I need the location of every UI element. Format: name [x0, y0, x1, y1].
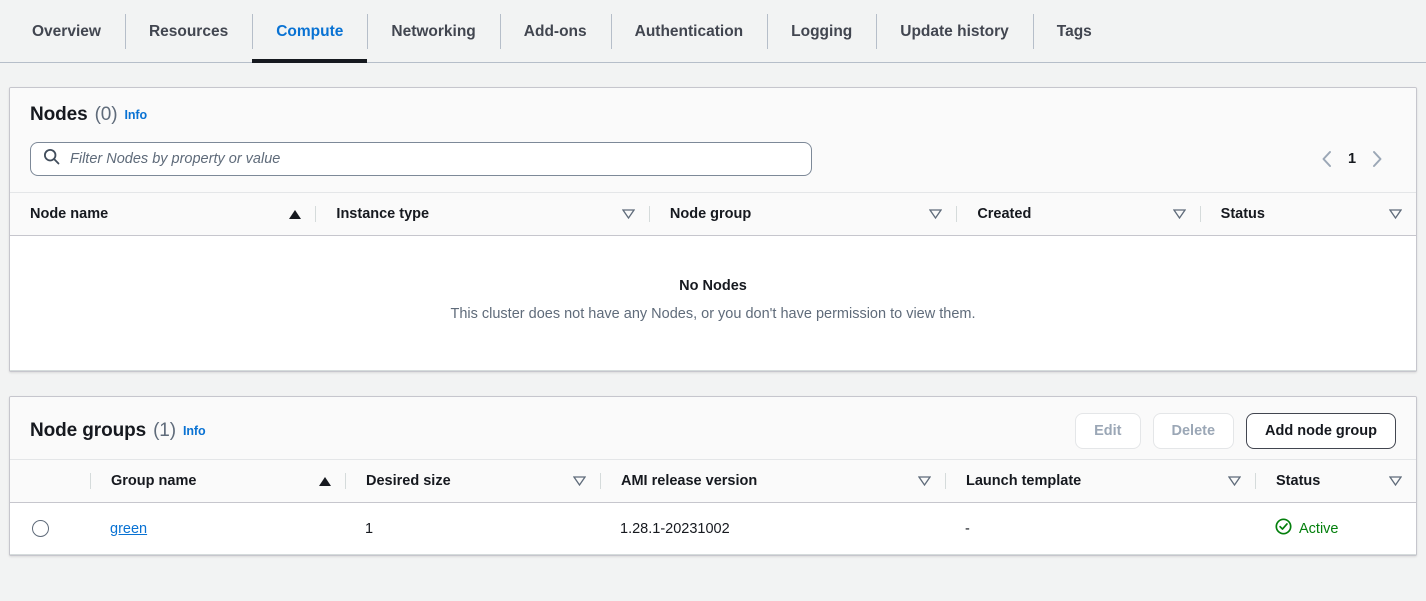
- cell-ami-release-version: 1.28.1-20231002: [600, 502, 945, 555]
- nodes-table-header-row: Node name Instance type Node group Creat…: [10, 192, 1416, 236]
- search-icon: [43, 148, 60, 170]
- column-header-status[interactable]: Status: [1199, 192, 1416, 236]
- cell-group-name: green: [90, 502, 345, 555]
- column-header-instance-type[interactable]: Instance type: [315, 192, 649, 236]
- sort-icon: [1228, 476, 1241, 486]
- node-groups-count: (1): [153, 420, 176, 441]
- tab-logging[interactable]: Logging: [767, 0, 876, 63]
- sort-icon: [621, 209, 635, 219]
- panel-spacer: [0, 372, 1426, 396]
- column-label: Launch template: [966, 473, 1082, 489]
- node-groups-panel-header: Node groups (1) Info Edit Delete Add nod…: [10, 397, 1416, 459]
- edit-button[interactable]: Edit: [1075, 413, 1141, 449]
- column-header-node-name[interactable]: Node name: [10, 192, 316, 236]
- nodes-info-link[interactable]: Info: [125, 108, 148, 122]
- column-label: AMI release version: [621, 473, 758, 489]
- node-groups-title-text: Node groups: [30, 420, 147, 441]
- tab-compute[interactable]: Compute: [252, 0, 368, 63]
- column-label: Status: [1276, 473, 1321, 489]
- column-header-selection: [10, 459, 90, 503]
- node-groups-table: Group name Desired size AMI release vers…: [10, 459, 1416, 555]
- tab-overview[interactable]: Overview: [8, 0, 125, 63]
- column-label: Node name: [30, 206, 109, 222]
- nodes-panel: Nodes (0) Info 1: [9, 87, 1417, 372]
- cell-desired-size: 1: [345, 502, 600, 555]
- tab-label: Tags: [1056, 22, 1092, 40]
- tab-update-history[interactable]: Update history: [876, 0, 1033, 63]
- column-label: Status: [1220, 206, 1265, 222]
- nodes-table: Node name Instance type Node group Creat…: [10, 192, 1416, 371]
- node-groups-panel-title: Node groups (1) Info: [30, 420, 206, 442]
- row-selection-cell: [10, 502, 90, 555]
- row-radio-button[interactable]: [32, 520, 49, 537]
- column-header-group-name[interactable]: Group name: [90, 459, 345, 503]
- node-group-link[interactable]: green: [110, 521, 147, 537]
- nodes-empty-state: No Nodes This cluster does not have any …: [10, 235, 1416, 371]
- column-header-node-group-status[interactable]: Status: [1255, 459, 1416, 503]
- check-circle-icon: [1275, 518, 1292, 539]
- sort-icon: [918, 476, 931, 486]
- tab-add-ons[interactable]: Add-ons: [499, 0, 611, 63]
- column-header-desired-size[interactable]: Desired size: [345, 459, 600, 503]
- add-node-group-button[interactable]: Add node group: [1246, 413, 1396, 449]
- tab-networking[interactable]: Networking: [367, 0, 499, 63]
- nodes-empty-row: No Nodes This cluster does not have any …: [10, 235, 1416, 371]
- node-groups-actions: Edit Delete Add node group: [1075, 413, 1396, 449]
- column-header-created[interactable]: Created: [956, 192, 1200, 236]
- tab-label: Add-ons: [523, 22, 587, 40]
- empty-state-subtitle: This cluster does not have any Nodes, or…: [450, 306, 976, 322]
- tab-label: Overview: [32, 22, 101, 40]
- cluster-detail-tabs: Overview Resources Compute Networking Ad…: [0, 0, 1426, 63]
- cell-launch-template: -: [945, 502, 1255, 555]
- tab-authentication[interactable]: Authentication: [610, 0, 768, 63]
- column-label: Created: [977, 206, 1032, 222]
- column-label: Node group: [669, 206, 752, 222]
- table-row[interactable]: green 1 1.28.1-20231002 - Active: [10, 502, 1416, 555]
- nodes-count: (0): [94, 104, 118, 125]
- column-label: Instance type: [336, 206, 430, 222]
- column-header-ami-release-version[interactable]: AMI release version: [600, 459, 945, 503]
- nodes-title-text: Nodes: [30, 104, 88, 125]
- column-label: Group name: [111, 473, 197, 489]
- tab-tags[interactable]: Tags: [1032, 0, 1116, 63]
- column-header-launch-template[interactable]: Launch template: [945, 459, 1255, 503]
- sort-icon: [1389, 209, 1402, 219]
- nodes-panel-header: Nodes (0) Info: [10, 88, 1416, 136]
- pagination-page-number[interactable]: 1: [1347, 151, 1357, 167]
- tab-label: Resources: [148, 22, 229, 40]
- tab-resources[interactable]: Resources: [124, 0, 252, 63]
- tab-label: Logging: [791, 22, 853, 40]
- empty-state-title: No Nodes: [679, 278, 747, 294]
- delete-button[interactable]: Delete: [1152, 413, 1235, 449]
- tab-label: Networking: [391, 22, 476, 40]
- node-groups-panel: Node groups (1) Info Edit Delete Add nod…: [9, 396, 1417, 556]
- sort-icon: [1389, 476, 1402, 486]
- chevron-left-icon[interactable]: [1320, 149, 1333, 169]
- cell-status: Active: [1255, 502, 1416, 555]
- node-groups-info-link[interactable]: Info: [183, 424, 206, 438]
- nodes-search-input[interactable]: [70, 151, 811, 167]
- nodes-filter-row: 1: [10, 136, 1416, 192]
- tab-label: Update history: [900, 22, 1009, 40]
- column-label: Desired size: [366, 473, 451, 489]
- status-text: Active: [1299, 520, 1339, 537]
- nodes-panel-title: Nodes (0) Info: [30, 104, 147, 126]
- nodes-search-box[interactable]: [30, 142, 812, 176]
- sort-ascending-icon: [319, 476, 331, 486]
- tab-label: Compute: [276, 22, 344, 40]
- tabs-content-spacer: [0, 63, 1426, 87]
- node-groups-table-header-row: Group name Desired size AMI release vers…: [10, 459, 1416, 503]
- sort-icon: [573, 476, 586, 486]
- nodes-pagination: 1: [1320, 149, 1396, 169]
- sort-ascending-icon: [289, 209, 302, 219]
- sort-icon: [929, 209, 943, 219]
- column-header-node-group[interactable]: Node group: [648, 192, 957, 236]
- sort-icon: [1172, 209, 1186, 219]
- status-badge: Active: [1275, 518, 1396, 539]
- chevron-right-icon[interactable]: [1371, 149, 1384, 169]
- tab-label: Authentication: [634, 22, 744, 40]
